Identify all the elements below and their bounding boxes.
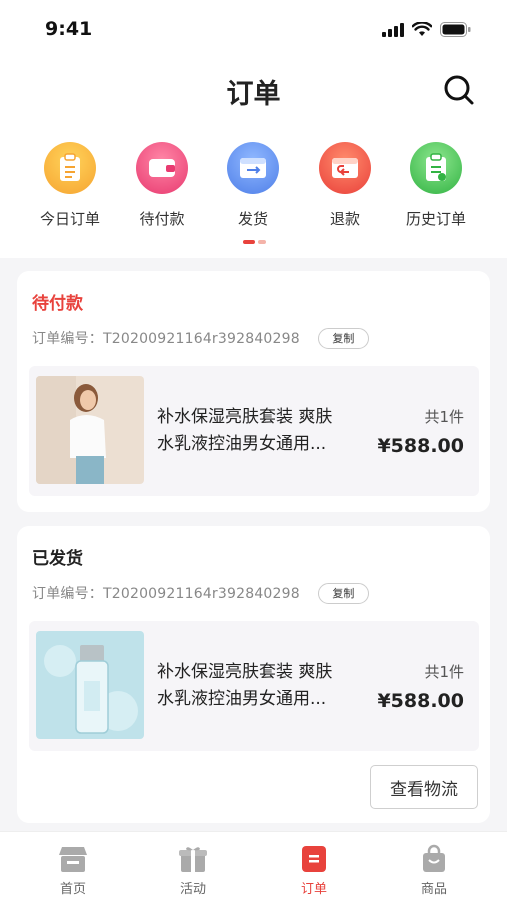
category-today-orders[interactable]: 今日订单 [25, 142, 115, 232]
order-number-row: 订单编号：T20200921164r392840298 复制 [32, 582, 369, 604]
category-pending-payment[interactable]: 待付款 [117, 142, 207, 232]
copy-button[interactable]: 复制 [317, 582, 369, 604]
status-bar: 9:41 [0, 0, 507, 62]
order-card: 已发货 订单编号：T20200921164r392840298 复制 补水保湿亮… [17, 526, 490, 823]
order-icon [299, 844, 329, 874]
copy-button[interactable]: 复制 [317, 327, 369, 349]
activity-icon [178, 844, 208, 874]
tab-indicator [243, 240, 266, 244]
order-status: 待付款 [32, 294, 83, 314]
product-name-line: 水乳液控油男女通用... [157, 434, 327, 454]
tab-label: 订单 [300, 882, 327, 897]
product-image [36, 376, 144, 484]
category-label: 待付款 [139, 210, 185, 228]
product-name: 补水保湿亮肤套装 爽肤 水乳液控油男女通用... [157, 404, 372, 458]
product-name-line: 补水保湿亮肤套装 爽肤 [157, 662, 333, 682]
category-refund[interactable]: 退款 [300, 142, 390, 232]
category-row: 今日订单 待付款 发货 退款 历史订单 [0, 142, 507, 232]
history-icon [410, 142, 462, 194]
refund-icon [319, 142, 371, 194]
product-count: 共1件 [424, 663, 464, 681]
category-label: 发货 [237, 210, 268, 228]
category-label: 退款 [329, 210, 360, 228]
tab-products[interactable]: 商品 [399, 844, 469, 897]
shipping-icon [227, 142, 279, 194]
product-image [36, 631, 144, 739]
tab-orders[interactable]: 订单 [279, 844, 349, 897]
shopping-bag-icon [419, 844, 449, 874]
category-shipping[interactable]: 发货 [208, 142, 298, 232]
order-number: 订单编号：T20200921164r392840298 [32, 586, 300, 602]
search-button[interactable] [443, 74, 475, 106]
clipboard-icon [44, 142, 96, 194]
home-icon [58, 844, 88, 874]
wallet-icon [136, 142, 188, 194]
order-card: 待付款 订单编号：T20200921164r392840298 复制 补水保湿亮… [17, 271, 490, 512]
view-logistics-button[interactable]: 查看物流 [370, 765, 478, 809]
status-icons [382, 22, 471, 37]
tab-label: 活动 [179, 882, 206, 897]
product-count: 共1件 [424, 408, 464, 426]
signal-icon [382, 22, 404, 37]
wifi-icon [412, 22, 432, 36]
header-area: 9:41 订单 今日订单 待付款 发货 退款 历史订单 [0, 0, 507, 258]
search-icon [444, 75, 474, 105]
category-label: 今日订单 [39, 210, 100, 228]
product-item[interactable]: 补水保湿亮肤套装 爽肤 水乳液控油男女通用... 共1件 ¥588.00 [29, 621, 479, 751]
battery-icon [440, 22, 471, 37]
order-number-row: 订单编号：T20200921164r392840298 复制 [32, 327, 369, 349]
product-item[interactable]: 补水保湿亮肤套装 爽肤 水乳液控油男女通用... 共1件 ¥588.00 [29, 366, 479, 496]
product-price: ¥588.00 [377, 690, 464, 712]
product-name: 补水保湿亮肤套装 爽肤 水乳液控油男女通用... [157, 659, 372, 713]
bottom-tab-bar: 首页 活动 订单 商品 [0, 831, 507, 900]
tab-label: 首页 [59, 882, 86, 897]
tab-label: 商品 [420, 882, 447, 897]
order-status: 已发货 [32, 549, 83, 569]
product-price: ¥588.00 [377, 435, 464, 457]
tab-activity[interactable]: 活动 [158, 844, 228, 897]
category-label: 历史订单 [405, 210, 466, 228]
product-name-line: 补水保湿亮肤套装 爽肤 [157, 407, 333, 427]
page-title: 订单 [226, 79, 281, 110]
tab-home[interactable]: 首页 [38, 844, 108, 897]
status-time: 9:41 [45, 18, 93, 40]
category-history-orders[interactable]: 历史订单 [391, 142, 481, 232]
product-name-line: 水乳液控油男女通用... [157, 689, 327, 709]
order-number: 订单编号：T20200921164r392840298 [32, 331, 300, 347]
